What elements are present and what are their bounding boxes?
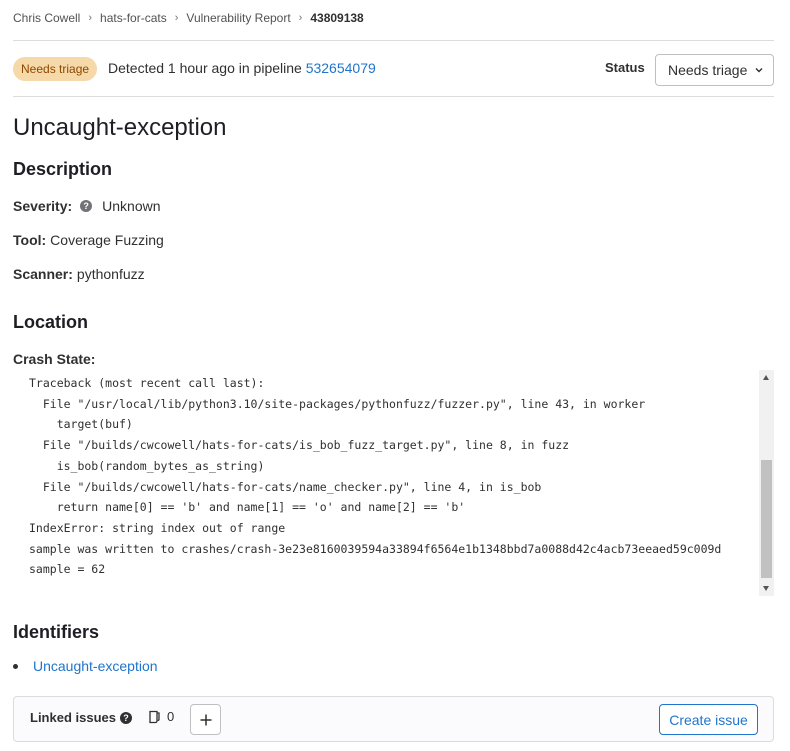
tool-label: Tool:	[13, 232, 47, 248]
linked-issues-count: 0	[147, 709, 174, 724]
scanner-value: pythonfuzz	[76, 266, 145, 282]
scanner-line: Scanner: pythonfuzz	[13, 265, 145, 283]
tool-line: Tool: Coverage Fuzzing	[13, 231, 164, 249]
breadcrumb-item-project[interactable]: hats-for-cats	[100, 11, 167, 25]
linked-issues-card: Linked issues ? 0 Create issue	[13, 696, 774, 742]
bullet-icon	[13, 663, 18, 669]
chevron-right-icon: ›	[88, 12, 93, 24]
divider	[13, 40, 774, 41]
location-heading: Location	[13, 312, 88, 332]
breadcrumb: Chris Cowell › hats-for-cats › Vulnerabi…	[13, 10, 364, 26]
code-scrollbar[interactable]	[759, 370, 774, 596]
pipeline-link[interactable]: 532654079	[306, 60, 376, 76]
linked-issues-count-value: 0	[167, 709, 175, 724]
vulnerability-header: Needs triage Detected 1 hour ago in pipe…	[13, 54, 774, 86]
scroll-down-icon[interactable]	[763, 586, 769, 591]
create-issue-button[interactable]: Create issue	[659, 704, 758, 735]
add-linked-issue-button[interactable]	[190, 704, 221, 735]
issues-icon	[149, 710, 160, 723]
crash-state-line: Crash State:	[13, 350, 99, 368]
crash-state-code-block[interactable]: Traceback (most recent call last): File …	[13, 370, 774, 596]
plus-icon	[200, 714, 211, 725]
linked-issues-label: Linked issues	[30, 710, 116, 725]
divider	[13, 96, 774, 97]
chevron-right-icon: ›	[298, 12, 303, 24]
breadcrumb-item-user[interactable]: Chris Cowell	[13, 11, 80, 25]
identifiers-heading: Identifiers	[13, 622, 100, 642]
question-icon: ?	[80, 200, 93, 212]
tool-value: Coverage Fuzzing	[50, 232, 164, 248]
severity-line: Severity: ? Unknown	[13, 197, 161, 215]
severity-label: Severity:	[13, 198, 73, 214]
linked-issues-title: Linked issues ?	[30, 710, 132, 725]
scroll-up-icon[interactable]	[763, 375, 769, 380]
status-dropdown[interactable]: Needs triage	[655, 54, 774, 86]
breadcrumb-item-current: 43809138	[310, 11, 364, 25]
description-heading: Description	[13, 159, 113, 179]
status-badge: Needs triage	[13, 57, 98, 81]
scrollbar-thumb[interactable]	[761, 460, 772, 578]
scanner-label: Scanner:	[13, 266, 73, 282]
identifier-list-item: Uncaught-exception	[13, 658, 158, 674]
chevron-down-icon	[755, 68, 763, 73]
question-icon[interactable]: ?	[119, 711, 132, 724]
detected-text: Detected 1 hour ago in pipeline	[108, 60, 302, 76]
status-dropdown-value: Needs triage	[668, 62, 748, 78]
page-title: Uncaught-exception	[13, 114, 227, 141]
crash-state-code: Traceback (most recent call last): File …	[29, 376, 722, 577]
breadcrumb-item-report[interactable]: Vulnerability Report	[186, 11, 290, 25]
identifier-link[interactable]: Uncaught-exception	[33, 658, 158, 674]
chevron-right-icon: ›	[174, 12, 179, 24]
detected-info: Detected 1 hour ago in pipeline 53265407…	[108, 54, 376, 82]
status-label: Status	[605, 60, 645, 75]
crash-state-label: Crash State:	[13, 351, 96, 367]
severity-value: Unknown	[102, 198, 161, 214]
